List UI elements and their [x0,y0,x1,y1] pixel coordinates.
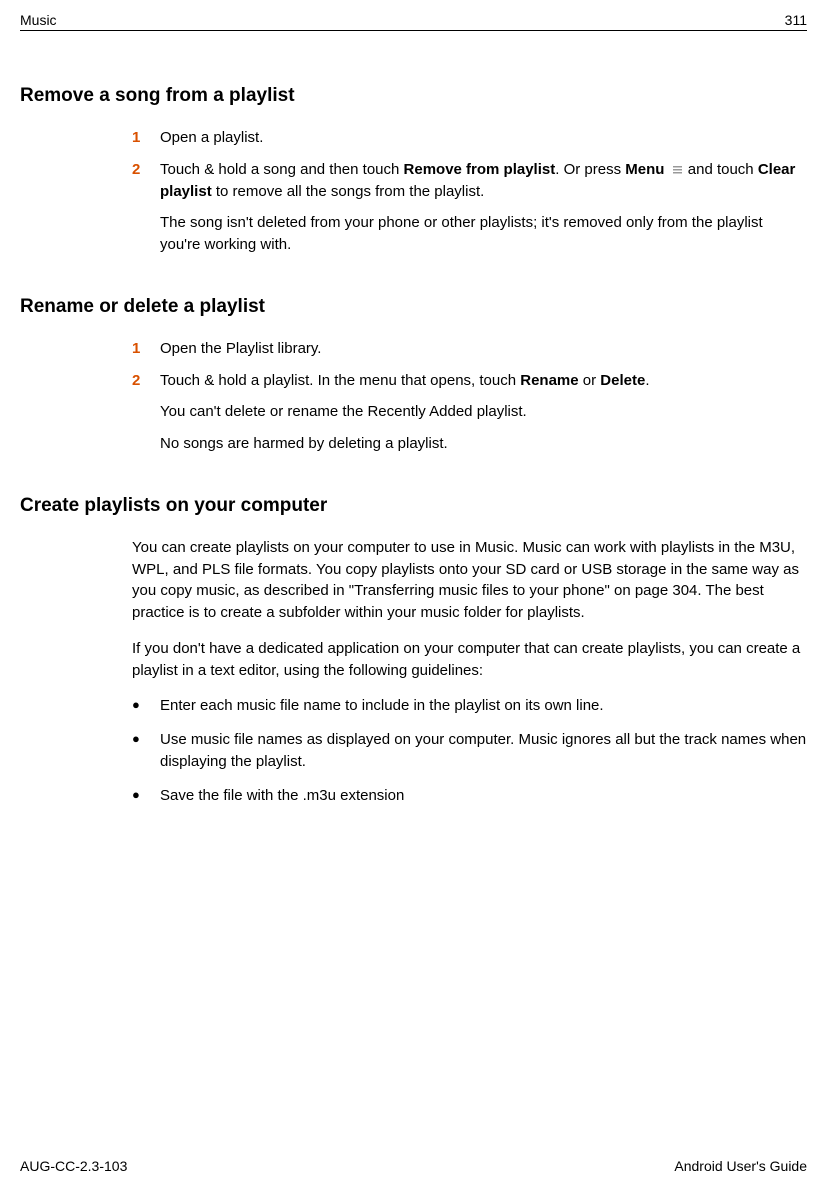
bullet-text: Enter each music file name to include in… [160,695,807,717]
bullet-mark: ● [132,695,160,717]
menu-icon [671,164,684,176]
step-item: 1 Open the Playlist library. [132,338,807,360]
note-text: You can't delete or rename the Recently … [160,401,807,423]
paragraph: If you don't have a dedicated applicatio… [132,638,807,682]
note-text: The song isn't deleted from your phone o… [160,212,807,256]
bullet-item: ● Enter each music file name to include … [132,695,807,717]
page-footer: AUG-CC-2.3-103 Android User's Guide [20,1158,807,1176]
text-fragment: and touch [688,161,758,178]
section-remove-song: Remove a song from a playlist 1 Open a p… [20,85,807,256]
bold-delete: Delete [600,372,645,389]
note-text: No songs are harmed by deleting a playli… [160,433,807,455]
text-fragment: Touch & hold a song and then touch [160,161,404,178]
section-title: Rename or delete a playlist [20,296,807,318]
bullet-item: ● Use music file names as displayed on y… [132,729,807,773]
page-content: Remove a song from a playlist 1 Open a p… [20,79,807,1158]
bullet-mark: ● [132,729,160,773]
bold-remove-from-playlist: Remove from playlist [404,161,556,178]
paragraph: You can create playlists on your compute… [132,537,807,624]
step-text: Open a playlist. [160,127,807,149]
text-fragment: to remove all the songs from the playlis… [212,183,485,200]
step-text: Touch & hold a playlist. In the menu tha… [160,370,807,392]
chapter-title: Music [20,12,57,28]
step-number: 2 [132,159,160,203]
bold-menu: Menu [625,161,664,178]
step-item: 2 Touch & hold a song and then touch Rem… [132,159,807,203]
guide-name: Android User's Guide [674,1158,807,1174]
step-text: Open the Playlist library. [160,338,807,360]
bullet-text: Save the file with the .m3u extension [160,785,807,807]
text-fragment: . [645,372,649,389]
bold-rename: Rename [520,372,578,389]
section-create-playlists: Create playlists on your computer You ca… [20,495,807,807]
section-title: Create playlists on your computer [20,495,807,517]
text-fragment: Touch & hold a playlist. In the menu tha… [160,372,520,389]
step-number: 2 [132,370,160,392]
bullet-mark: ● [132,785,160,807]
step-item: 1 Open a playlist. [132,127,807,149]
page-number: 311 [785,12,807,28]
step-item: 2 Touch & hold a playlist. In the menu t… [132,370,807,392]
page-header: Music 311 [20,12,807,31]
doc-id: AUG-CC-2.3-103 [20,1158,127,1174]
text-fragment: . Or press [555,161,625,178]
bullet-text: Use music file names as displayed on you… [160,729,807,773]
step-text: Touch & hold a song and then touch Remov… [160,159,807,203]
section-title: Remove a song from a playlist [20,85,807,107]
step-number: 1 [132,338,160,360]
step-number: 1 [132,127,160,149]
section-rename-delete: Rename or delete a playlist 1 Open the P… [20,296,807,455]
text-fragment: or [579,372,601,389]
bullet-item: ● Save the file with the .m3u extension [132,785,807,807]
